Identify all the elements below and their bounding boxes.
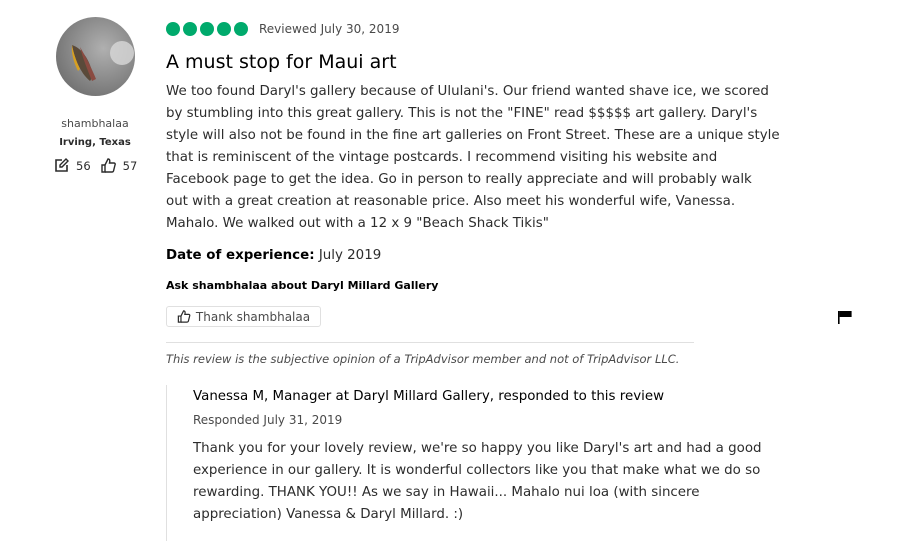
review-body-line: that is reminiscent of the vintage postc… — [166, 150, 718, 165]
reviewer-stats: 56 57 — [54, 158, 147, 173]
response-border — [166, 385, 167, 541]
response-body-line: experience in our gallery. It is wonderf… — [193, 463, 761, 478]
flag-icon[interactable] — [838, 311, 852, 324]
rating-bubble — [217, 22, 231, 36]
review-body-line: Facebook page to get the idea. Go in per… — [166, 172, 752, 187]
date-of-experience-value: July 2019 — [318, 248, 382, 263]
contributions-count: 56 — [76, 158, 91, 173]
thank-reviewer-button[interactable]: Thank shambhalaa — [166, 306, 321, 327]
response-body-line: appreciation) Vanessa & Daryl Millard. :… — [193, 507, 464, 522]
review-body: We too found Daryl's gallery because of … — [166, 81, 802, 235]
review-title[interactable]: A must stop for Maui art — [166, 51, 397, 73]
pencil-icon — [55, 158, 69, 172]
reviewed-date: Reviewed July 30, 2019 — [259, 22, 400, 36]
review-disclaimer: This review is the subjective opinion of… — [166, 352, 680, 366]
reviewer-location: Irving, Texas — [59, 137, 131, 148]
review-body-line: Mahalo. We walked out with a 12 x 9 "Bea… — [166, 216, 549, 231]
review-body-line: style will also not be found in the fine… — [166, 128, 780, 143]
helpful-votes-count: 57 — [122, 158, 138, 173]
thumbs-up-icon — [177, 310, 191, 323]
rating-bubble — [234, 22, 248, 36]
response-body: Thank you for your lovely review, we're … — [193, 438, 793, 526]
review-body-line: We too found Daryl's gallery because of … — [166, 84, 769, 99]
rating-bubble — [200, 22, 214, 36]
ask-reviewer-link[interactable]: Ask shambhalaa about Daryl Millard Galle… — [166, 279, 438, 292]
date-of-experience: Date of experience: July 2019 — [166, 248, 381, 263]
review-body-line: out with a great creation at reasonable … — [166, 194, 736, 209]
rating-bubbles: Reviewed July 30, 2019 — [166, 22, 399, 36]
thumbs-up-icon — [100, 158, 116, 173]
reviewer-username[interactable]: shambhalaa — [40, 117, 150, 130]
avatar-image — [56, 17, 135, 96]
divider — [166, 342, 694, 343]
rating-bubble — [183, 22, 197, 36]
review-body-line: by stumbling into this great gallery. Th… — [166, 106, 758, 121]
thank-button-label: Thank shambhalaa — [195, 309, 311, 324]
response-body-line: Thank you for your lovely review, we're … — [193, 441, 762, 456]
date-of-experience-label: Date of experience: — [166, 248, 315, 263]
response-header: Vanessa M, Manager at Daryl Millard Gall… — [193, 389, 665, 404]
rating-bubble — [166, 22, 180, 36]
response-date: Responded July 31, 2019 — [193, 413, 343, 427]
response-body-line: rewarding. THANK YOU!! As we say in Hawa… — [193, 485, 700, 500]
avatar[interactable] — [56, 17, 135, 96]
